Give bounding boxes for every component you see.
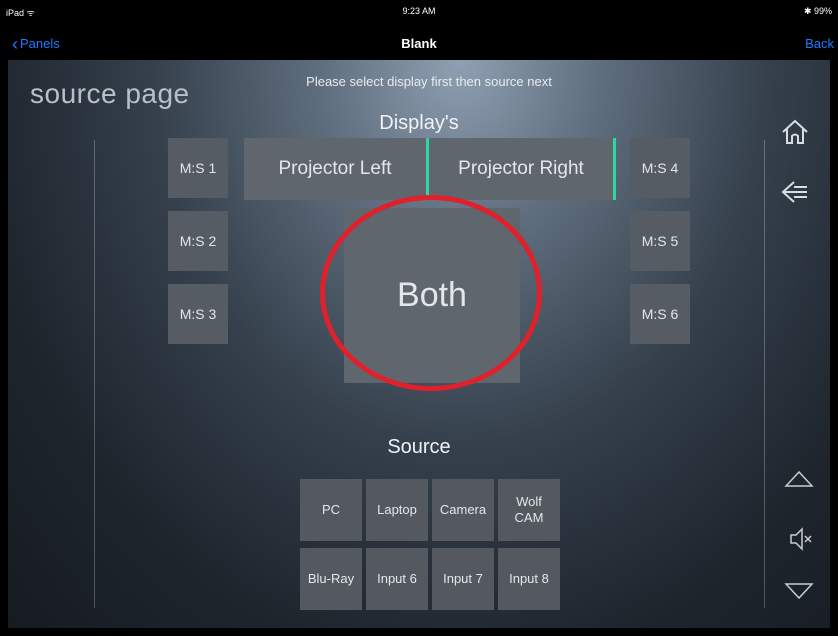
ms-6-button[interactable]: M:S 6 xyxy=(630,284,690,344)
source-input-8-button[interactable]: Input 8 xyxy=(498,548,560,610)
source-input-6-button[interactable]: Input 6 xyxy=(366,548,428,610)
ms-3-button[interactable]: M:S 3 xyxy=(168,284,228,344)
back-button[interactable]: Back xyxy=(805,36,834,51)
source-heading: Source xyxy=(387,436,451,458)
nav-title: Blank xyxy=(401,36,437,51)
ms-1-button[interactable]: M:S 1 xyxy=(168,138,228,198)
source-camera-button[interactable]: Camera xyxy=(432,479,494,541)
projector-left-button[interactable]: Projector Left xyxy=(244,138,429,200)
home-icon[interactable] xyxy=(780,118,810,151)
ms-5-button[interactable]: M:S 5 xyxy=(630,211,690,271)
source-wolf-cam-button[interactable]: Wolf CAM xyxy=(498,479,560,541)
source-laptop-button[interactable]: Laptop xyxy=(366,479,428,541)
displays-heading: Display's xyxy=(379,112,459,134)
control-panel: source page Please select display first … xyxy=(8,60,830,628)
ms-4-button[interactable]: M:S 4 xyxy=(630,138,690,198)
volume-up-icon[interactable] xyxy=(784,466,814,495)
ms-2-button[interactable]: M:S 2 xyxy=(168,211,228,271)
left-divider xyxy=(94,140,95,608)
status-bar: iPad ᯤ 9:23 AM ✱ 99% xyxy=(0,0,838,30)
back-arrow-icon[interactable] xyxy=(780,178,810,211)
both-button[interactable]: Both xyxy=(344,208,520,383)
clock: 9:23 AM xyxy=(402,6,436,16)
source-input-7-button[interactable]: Input 7 xyxy=(432,548,494,610)
navigation-bar: ‹ Panels Blank Back xyxy=(0,28,838,60)
instruction-text: Please select display first then source … xyxy=(306,74,552,89)
source-blu-ray-button[interactable]: Blu-Ray xyxy=(300,548,362,610)
right-divider xyxy=(764,140,765,608)
mute-icon[interactable] xyxy=(788,526,814,557)
projector-right-button[interactable]: Projector Right xyxy=(429,138,616,200)
volume-down-icon[interactable] xyxy=(784,580,814,609)
battery-status: ✱ 99% xyxy=(803,6,832,16)
source-pc-button[interactable]: PC xyxy=(300,479,362,541)
